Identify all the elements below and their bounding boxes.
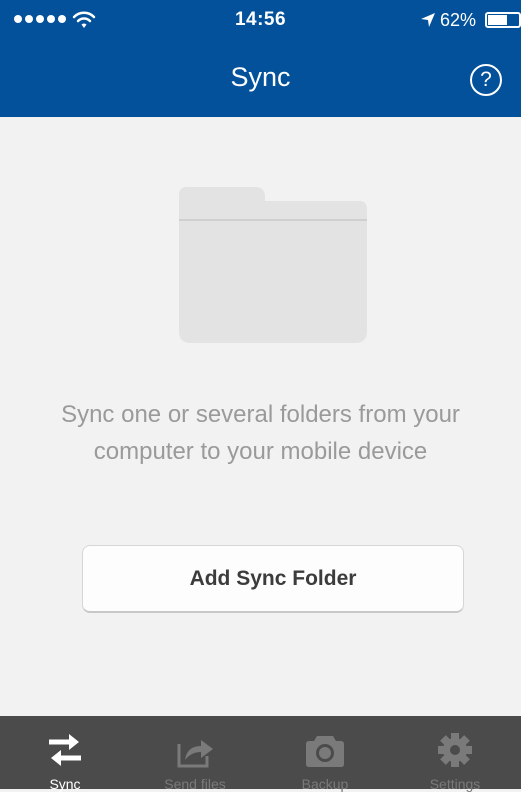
add-sync-folder-button[interactable]: Add Sync Folder	[82, 545, 464, 613]
tab-bar: Sync Send files Backup Settings	[0, 716, 521, 792]
gear-icon	[438, 733, 472, 767]
share-icon	[177, 740, 213, 768]
page-title: Sync	[230, 62, 291, 92]
camera-icon	[306, 736, 344, 767]
tab-sync[interactable]: Sync	[0, 716, 130, 792]
tab-label: Backup	[301, 776, 349, 792]
status-bar: 14:56 62%	[0, 0, 521, 40]
tab-backup[interactable]: Backup	[260, 716, 390, 792]
sync-arrows-icon	[49, 734, 81, 766]
folder-icon	[179, 187, 367, 343]
location-arrow-icon	[421, 13, 435, 27]
empty-state-message: Sync one or several folders from your co…	[61, 401, 460, 465]
header-bar: 14:56 62% Sync ?	[0, 0, 521, 117]
tab-settings[interactable]: Settings	[390, 716, 520, 792]
help-button[interactable]: ?	[470, 64, 502, 96]
battery-icon	[485, 12, 521, 28]
tab-label: Sync	[49, 776, 81, 792]
battery-percent: 62%	[440, 10, 477, 30]
tab-label: Settings	[429, 776, 481, 792]
tab-send-files[interactable]: Send files	[130, 716, 260, 792]
tab-label: Send files	[164, 776, 226, 792]
